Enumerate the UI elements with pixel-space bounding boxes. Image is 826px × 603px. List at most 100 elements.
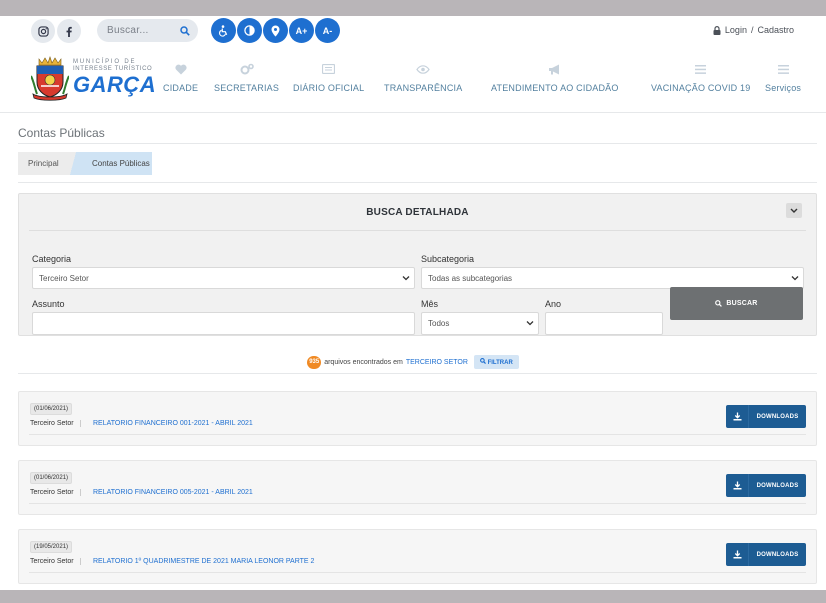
logo-name: GARÇA [73, 72, 157, 97]
search-input[interactable] [107, 25, 173, 36]
chevron-down-icon [790, 208, 798, 213]
categoria-value: Terceiro Setor [39, 273, 89, 283]
nav-vacinacao[interactable]: VACINAÇÃO COVID 19 [651, 62, 750, 93]
nav-label: CIDADE [163, 83, 199, 93]
megaphone-icon [548, 62, 561, 76]
mes-select[interactable]: Todos [421, 312, 539, 335]
results-count-badge: 935 [307, 355, 322, 369]
font-decrease-button[interactable]: A- [315, 18, 340, 43]
menu-icon [695, 62, 707, 76]
search-icon[interactable] [180, 25, 190, 36]
downloads-button[interactable]: DOWNLOADS [726, 543, 806, 566]
login-separator: / [750, 25, 754, 35]
breadcrumb-separator [66, 152, 80, 175]
chevron-down-icon [402, 276, 410, 281]
download-icon [733, 481, 741, 490]
assunto-input[interactable] [32, 312, 415, 335]
downloads-label: DOWNLOADS [756, 482, 799, 489]
item-category: Terceiro Setor [30, 558, 81, 565]
filter-label: FILTRAR [487, 360, 513, 366]
nav-label: SECRETARIAS [214, 83, 280, 93]
item-category: Terceiro Setor [30, 420, 81, 427]
list-item: (19/05/2021) Terceiro Setor RELATORIO 1º… [18, 529, 817, 584]
nav-label: ATENDIMENTO AO CIDADÃO [491, 83, 619, 93]
login-area[interactable]: Login / Cadastro [713, 25, 794, 35]
search-icon [479, 358, 486, 364]
results-text: arquivos encontrados em [324, 358, 403, 366]
downloads-label: DOWNLOADS [756, 413, 799, 420]
eye-icon [416, 62, 430, 76]
instagram-icon [37, 25, 49, 37]
panel-divider [29, 230, 806, 231]
downloads-button[interactable]: DOWNLOADS [726, 474, 806, 497]
assunto-label: Assunto [32, 299, 65, 309]
facebook-icon [66, 26, 72, 37]
logo-line1: MUNICÍPIO DE [73, 59, 137, 65]
instagram-button[interactable] [31, 19, 55, 43]
contrast-icon [244, 25, 255, 36]
breadcrumb-divider [18, 182, 817, 183]
nav-secretarias[interactable]: SECRETARIAS [214, 62, 279, 93]
title-divider [18, 143, 817, 144]
nav-label: TRANSPARÊNCIA [384, 83, 463, 93]
item-title-link[interactable]: RELATORIO FINANCEIRO 001-2021 - ABRIL 20… [93, 420, 253, 427]
panel-title: BUSCA DETALHADA [366, 207, 469, 218]
header-divider [0, 112, 826, 113]
font-increase-button[interactable]: A+ [289, 18, 314, 43]
buscar-button[interactable]: BUSCAR [670, 287, 803, 320]
coat-of-arms-icon [31, 56, 69, 101]
buscar-label: BUSCAR [726, 300, 758, 307]
item-divider [29, 434, 806, 435]
download-icon [733, 550, 741, 559]
login-link[interactable]: Login [725, 25, 747, 35]
location-button[interactable] [263, 18, 288, 43]
collapse-button[interactable] [786, 203, 802, 218]
results-divider [18, 373, 817, 374]
map-pin-icon [271, 25, 280, 36]
newspaper-icon [322, 62, 336, 76]
page-title: Contas Públicas [18, 126, 105, 140]
categoria-select[interactable]: Terceiro Setor [32, 267, 415, 289]
list-item: (01/06/2021) Terceiro Setor RELATORIO FI… [18, 391, 817, 446]
register-link[interactable]: Cadastro [757, 25, 794, 35]
lock-icon [713, 25, 721, 35]
item-title-link[interactable]: RELATORIO FINANCEIRO 005-2021 - ABRIL 20… [93, 489, 253, 496]
menu-icon [777, 62, 789, 76]
results-category-link[interactable]: TERCEIRO SETOR [406, 359, 468, 366]
item-date: (01/06/2021) [30, 403, 73, 415]
heart-icon [175, 62, 187, 76]
download-icon [733, 412, 741, 421]
chevron-down-icon [526, 321, 534, 326]
contrast-button[interactable] [237, 18, 262, 43]
subcategoria-select[interactable]: Todas as subcategorias [421, 267, 804, 289]
gears-icon [240, 62, 254, 76]
nav-servicos[interactable]: Serviços [765, 62, 801, 93]
accessibility-button[interactable] [211, 18, 236, 43]
ano-input[interactable] [545, 312, 663, 335]
site-logo[interactable]: MUNICÍPIO DE INTERESSE TURÍSTICO GARÇA [31, 56, 157, 104]
filter-button[interactable]: FILTRAR [473, 355, 519, 369]
search-icon [715, 300, 723, 307]
item-category: Terceiro Setor [30, 489, 81, 496]
nav-transparencia[interactable]: TRANSPARÊNCIA [384, 62, 462, 93]
nav-label: VACINAÇÃO COVID 19 [651, 83, 751, 93]
page: A+ A- Login / Cadastro MUNICÍPIO DE INTE… [0, 16, 826, 590]
item-title-link[interactable]: RELATORIO 1º QUADRIMESTRE DE 2021 MARIA … [93, 558, 314, 565]
item-divider [29, 572, 806, 573]
facebook-button[interactable] [57, 19, 81, 43]
subcategoria-label: Subcategoria [421, 254, 475, 264]
item-date: (19/05/2021) [30, 541, 73, 553]
nav-label: DIÁRIO OFICIAL [293, 83, 365, 93]
nav-cidade[interactable]: CIDADE [163, 62, 198, 93]
downloads-button[interactable]: DOWNLOADS [726, 405, 806, 428]
results-summary: 935 arquivos encontrados em TERCEIRO SET… [0, 355, 826, 369]
list-item: (01/06/2021) Terceiro Setor RELATORIO FI… [18, 460, 817, 515]
mes-label: Mês [421, 299, 439, 309]
breadcrumb-current: Contas Públicas [78, 152, 152, 175]
mes-value: Todos [428, 319, 450, 328]
breadcrumb: Principal Contas Públicas [18, 152, 152, 175]
nav-diario-oficial[interactable]: DIÁRIO OFICIAL [293, 62, 364, 93]
nav-atendimento[interactable]: ATENDIMENTO AO CIDADÃO [491, 62, 619, 93]
item-date: (01/06/2021) [30, 472, 73, 484]
wheelchair-icon [218, 24, 227, 37]
